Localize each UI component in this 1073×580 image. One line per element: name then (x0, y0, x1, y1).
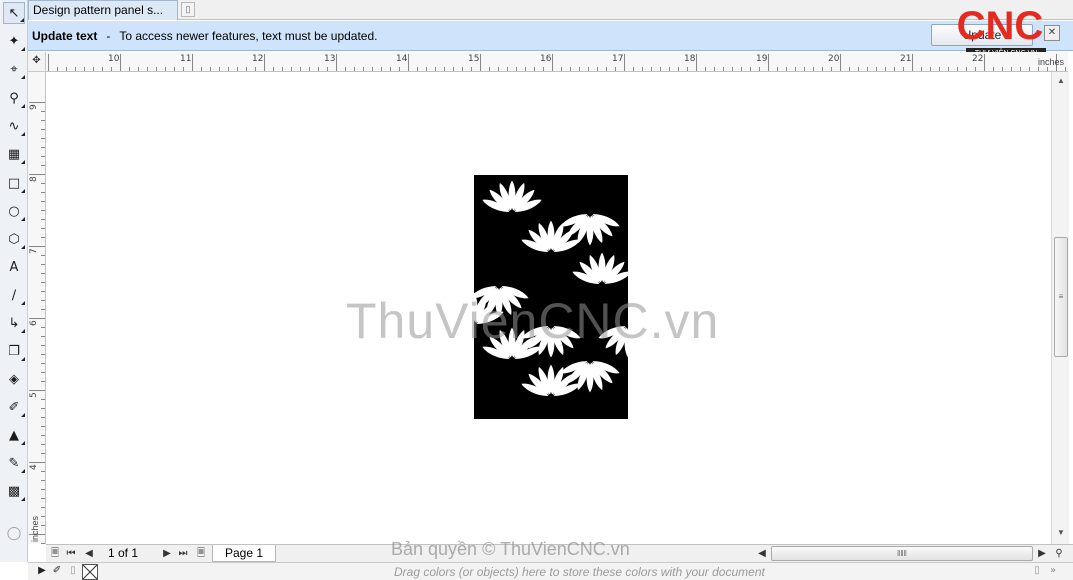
ruler-h-label: 17 (612, 54, 624, 64)
smart-fill-tool-icon[interactable]: ▩ (3, 480, 25, 502)
corel-window: ↖ ✦ ⌖ ⚲ ∿ ▦ □ ○ ⬡ A ∕ ↳ ❐ ◈ ✐ ▲ ✎ ▩ ◯ De… (0, 0, 1073, 580)
ruler-h-label: 13 (324, 54, 336, 64)
logo-text: CNC (956, 4, 1044, 48)
crop-tool-icon[interactable]: ⌖ (3, 58, 25, 80)
outline-pen-icon[interactable]: ✎ (3, 452, 25, 474)
ruler-h-label: 20 (828, 54, 840, 64)
vertical-scrollbar[interactable]: ▲ ≡ ▼ (1051, 72, 1069, 544)
ruler-h-ticks (48, 54, 1066, 71)
ruler-h-label: 12 (252, 54, 264, 64)
ruler-h-label: 16 (540, 54, 552, 64)
palette-options-icon[interactable]: ▯ (68, 564, 78, 578)
copyright-watermark: Bản quyền © ThuVienCNC.vn (391, 539, 630, 559)
page-tab[interactable]: Page 1 (212, 545, 276, 562)
ruler-v-label: 5 (29, 392, 39, 398)
no-color-swatch[interactable] (82, 564, 98, 580)
scroll-left-icon[interactable]: ◀ (756, 547, 768, 561)
vertical-scroll-thumb[interactable]: ≡ (1054, 237, 1068, 357)
ellipse-tool-icon[interactable]: ○ (3, 200, 25, 222)
page-navigator: 🗏 ⏮ ◀ 1 of 1 ▶ ⏭ 🗏 Page 1 Bản quyền © Th… (46, 539, 1073, 562)
scroll-up-icon[interactable]: ▲ (1055, 76, 1067, 88)
ruler-v-ticks (29, 102, 45, 544)
palette-more-icon[interactable]: » (1046, 564, 1060, 578)
palette-expand-icon[interactable]: ▶ (36, 564, 48, 578)
document-tab[interactable]: Design pattern panel s... (28, 0, 178, 20)
ruler-v-label: 7 (29, 248, 39, 254)
ruler-h-label: 18 (684, 54, 696, 64)
hints-icon[interactable]: ◯ (3, 522, 25, 544)
ruler-v-label: 4 (29, 464, 39, 470)
zoom-tool-icon[interactable]: ⚲ (3, 87, 25, 109)
eyedropper-tool-icon[interactable]: ✐ (3, 396, 25, 418)
palette-scroll-icon[interactable]: ▯ (1032, 564, 1042, 578)
watermark-text: ThuVienCNC.vn (346, 293, 720, 349)
notification-message: To access newer features, text must be u… (119, 28, 378, 43)
notification-title: Update text (32, 28, 98, 43)
ruler-h-label: 22 (972, 54, 984, 64)
ruler-h-label: 11 (180, 54, 192, 64)
interactive-fill-icon[interactable]: ▲ (3, 424, 25, 446)
ruler-v-label: 8 (29, 176, 39, 182)
next-page-icon[interactable]: ▶ (160, 547, 174, 561)
notification-separator: - (106, 28, 111, 43)
ruler-h-label: 14 (396, 54, 408, 64)
update-text-notification: Update text - To access newer features, … (28, 21, 1073, 51)
palette-hint: Drag colors (or objects) here to store t… (394, 565, 765, 579)
document-palette: ▶ ✐ ▯ Drag colors (or objects) here to s… (28, 562, 1073, 580)
ruler-h-label: 19 (756, 54, 768, 64)
zoom-navigator-icon[interactable]: ⚲ (1052, 547, 1066, 561)
transparency-tool-icon[interactable]: ◈ (3, 368, 25, 390)
horizontal-ruler[interactable]: 10 11 12 13 14 15 16 17 18 19 20 21 22 i… (46, 52, 1068, 72)
tab-options-icon[interactable]: ▯ (181, 2, 195, 17)
ruler-origin-icon[interactable]: ✥ (28, 52, 46, 72)
scroll-down-icon[interactable]: ▼ (1055, 528, 1067, 540)
last-page-icon[interactable]: ⏭ (176, 547, 190, 561)
polygon-tool-icon[interactable]: ⬡ (3, 228, 25, 250)
drawing-canvas[interactable]: ThuVienCNC.vn (46, 72, 1050, 544)
add-page-before-icon[interactable]: 🗏 (48, 547, 62, 561)
no-color-icon (82, 564, 98, 580)
connector-tool-icon[interactable]: ↳ (3, 312, 25, 334)
drop-shadow-tool-icon[interactable]: ❐ (3, 340, 25, 362)
add-page-after-icon[interactable]: 🗏 (194, 547, 208, 561)
smart-fill-icon[interactable]: ▦ (3, 143, 25, 165)
toolbox: ↖ ✦ ⌖ ⚲ ∿ ▦ □ ○ ⬡ A ∕ ↳ ❐ ◈ ✐ ▲ ✎ ▩ ◯ (0, 0, 28, 562)
palette-eyedropper-icon[interactable]: ✐ (50, 564, 64, 578)
previous-page-icon[interactable]: ◀ (82, 547, 96, 561)
ruler-units: inches (1037, 57, 1064, 67)
document-tab-strip: Design pattern panel s... ▯ (28, 0, 1073, 20)
freehand-tool-icon[interactable]: ∿ (3, 115, 25, 137)
text-tool-icon[interactable]: A (3, 256, 25, 278)
ruler-v-label: 9 (29, 104, 39, 110)
ruler-h-label: 10 (108, 54, 120, 64)
first-page-icon[interactable]: ⏮ (64, 547, 78, 561)
shape-tool-icon[interactable]: ✦ (3, 30, 25, 52)
rectangle-tool-icon[interactable]: □ (3, 172, 25, 194)
pick-tool-icon[interactable]: ↖ (3, 2, 25, 24)
ruler-units-vertical: inches (30, 515, 40, 542)
scroll-right-icon[interactable]: ▶ (1036, 547, 1048, 561)
page-count: 1 of 1 (108, 546, 139, 560)
ruler-h-label: 21 (900, 54, 912, 64)
ruler-v-label: 6 (29, 320, 39, 326)
horizontal-scroll-thumb[interactable]: ‖‖‖ (771, 546, 1033, 561)
dimension-tool-icon[interactable]: ∕ (3, 284, 25, 306)
vertical-ruler[interactable]: 9 8 7 6 5 4 inches (28, 72, 46, 544)
ruler-h-label: 15 (468, 54, 480, 64)
